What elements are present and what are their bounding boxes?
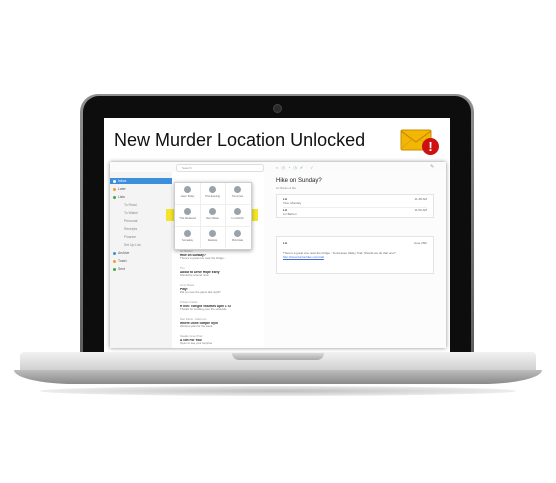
snooze-option-label: Next Week <box>206 217 219 220</box>
snooze-option-icon <box>209 230 216 237</box>
folder-icon <box>113 187 116 191</box>
list-item[interactable]: Liz Barton Hike on Sunday? There's a great… <box>180 250 262 261</box>
snooze-option[interactable]: Pick Date <box>225 227 250 248</box>
sidebar-item-label: Finance <box>124 235 137 239</box>
sidebar-item-label: Lists <box>118 195 125 199</box>
snooze-option-label: This Evening <box>205 195 220 198</box>
mail-app-window: Search ◐◷◔◷✔ ✓ ✎ Inbox Later Lists To Read T… <box>110 162 446 348</box>
thread-card[interactable]: Liz Tina, Monday 11:48 AM Liz Liz Barton 11:5… <box>276 194 434 218</box>
snooze-option[interactable]: Later Today <box>175 183 201 205</box>
snooze-option-label: Pick Date <box>231 239 244 242</box>
snooze-option[interactable]: This Evening <box>200 183 226 205</box>
sidebar-item[interactable]: Lists <box>110 194 172 200</box>
snooze-option[interactable]: In a Month <box>225 205 250 227</box>
sidebar-item[interactable]: Later <box>110 186 172 192</box>
laptop-shadow <box>40 386 516 396</box>
snooze-option-icon <box>184 186 191 193</box>
message-preview: Thanks for sending over the schedule <box>180 308 227 312</box>
list-item[interactable]: Tim About to Drive Hope Early Should be ar… <box>180 267 262 278</box>
list-item[interactable]: Kristen Castle RTEB: Tonight Volumes Apri… <box>180 301 262 312</box>
folder-icon <box>113 195 116 199</box>
folder-icon <box>113 267 116 271</box>
laptop-base <box>14 370 542 384</box>
snooze-option-label: This Weekend <box>179 217 196 220</box>
list-item[interactable]: Dan Davis - Mail.com Where Done Simple Gy… <box>180 318 262 329</box>
snooze-option-label: Desktop <box>207 239 218 242</box>
snooze-option[interactable]: Tomorrow <box>225 183 250 205</box>
folder-icon <box>113 179 116 183</box>
reply-link[interactable]: http://www.bartonhike.com/trail <box>283 255 324 259</box>
headline: New Murder Location Unlocked <box>114 130 366 150</box>
compose-icon[interactable]: ✎ <box>430 164 434 170</box>
thread-subject: Hike on Sunday? <box>276 178 322 184</box>
laptop-screen: New Murder Location Unlocked ! Search ◐◷… <box>104 118 450 352</box>
reply-from: Liz <box>283 241 288 245</box>
sidebar-item-label: Sent <box>118 267 125 271</box>
sidebar-item-label: Trash <box>118 259 127 263</box>
sidebar-item-label: Personal <box>124 219 138 223</box>
laptop-hinge-notch <box>232 353 324 360</box>
snooze-option-icon <box>234 186 241 193</box>
sidebar-item[interactable]: Receipts <box>110 226 172 232</box>
sidebar-item[interactable]: To Read <box>110 202 172 208</box>
thread-time: 11:48 AM <box>414 197 427 201</box>
snooze-option-icon <box>184 230 191 237</box>
snooze-option[interactable]: Next Week <box>200 205 226 227</box>
sidebar: Inbox Later Lists To Read To Watch Personal Re… <box>110 172 173 348</box>
snooze-option-icon <box>184 208 191 215</box>
sidebar-item[interactable]: Archive <box>110 250 172 256</box>
sidebar-item-label: To Read <box>124 203 137 207</box>
snooze-option[interactable]: Desktop <box>200 227 226 248</box>
sidebar-item-label: Later <box>118 187 126 191</box>
search-input[interactable]: Search <box>176 164 264 172</box>
snooze-popup: Later Today This Evening Tomorrow This Week… <box>174 182 252 250</box>
sidebar-item[interactable]: Set Up List <box>110 242 172 248</box>
snooze-option-icon <box>209 208 216 215</box>
sidebar-item-label: To Watch <box>124 211 139 215</box>
list-item[interactable]: Natalie Greer Pak A Gift For You! Open to … <box>180 335 262 346</box>
reply-time: June 26th <box>413 241 427 245</box>
snooze-option-icon <box>234 230 241 237</box>
webcam-icon <box>273 104 282 113</box>
sidebar-item[interactable]: Sent <box>110 266 172 272</box>
snooze-option-icon <box>234 208 241 215</box>
sidebar-item-label: Inbox <box>118 179 127 183</box>
folder-icon <box>113 251 116 255</box>
thread-row[interactable]: Liz Liz Barton 11:50 AM <box>283 207 427 217</box>
alert-badge-icon: ! <box>422 138 439 155</box>
toolbar-icons[interactable]: ◐◷◔◷✔ ✓ <box>276 165 317 170</box>
thread-row[interactable]: Liz Tina, Monday 11:48 AM <box>283 197 427 206</box>
reply-card[interactable]: Liz June 26th There's a great one near t… <box>276 236 434 274</box>
thread-meta: Liz Barton & Me <box>276 186 296 190</box>
snooze-option-icon <box>209 186 216 193</box>
snooze-option[interactable]: This Weekend <box>175 205 201 227</box>
sidebar-item[interactable]: Trash <box>110 258 172 264</box>
snooze-option-label: In a Month <box>231 217 244 220</box>
thread-time: 11:50 AM <box>414 208 427 212</box>
message-preview: Did you see the game last night? <box>180 291 221 295</box>
sidebar-item[interactable]: To Watch <box>110 210 172 216</box>
sidebar-item-label: Receipts <box>124 227 138 231</box>
sidebar-item[interactable]: Inbox <box>110 178 172 184</box>
sidebar-item[interactable]: Personal <box>110 218 172 224</box>
list-item[interactable]: Lizzy Davis Play! Did you see the game las… <box>180 284 262 295</box>
sidebar-item-label: Archive <box>118 251 130 255</box>
thread-to: Liz Barton <box>283 212 297 216</box>
message-preview: Workout plan for the week <box>180 325 213 329</box>
snooze-option-label: Someday <box>182 239 193 242</box>
message-preview: Open to see your surprise <box>180 342 213 346</box>
thread-to: Tina, Monday <box>283 201 302 205</box>
sidebar-item-label: Set Up List <box>124 243 141 247</box>
snooze-option-label: Later Today <box>180 195 195 198</box>
folder-icon <box>113 259 116 263</box>
message-preview: Should be around noon <box>180 274 210 278</box>
message-preview: There's a great one near the bridge... <box>180 257 227 261</box>
reading-pane: Hike on Sunday? Liz Barton & Me Liz Tina,… <box>264 172 446 348</box>
snooze-option-label: Tomorrow <box>231 195 244 198</box>
snooze-option[interactable]: Someday <box>175 227 201 248</box>
sidebar-item[interactable]: Finance <box>110 234 172 240</box>
search-placeholder: Search <box>182 166 192 170</box>
